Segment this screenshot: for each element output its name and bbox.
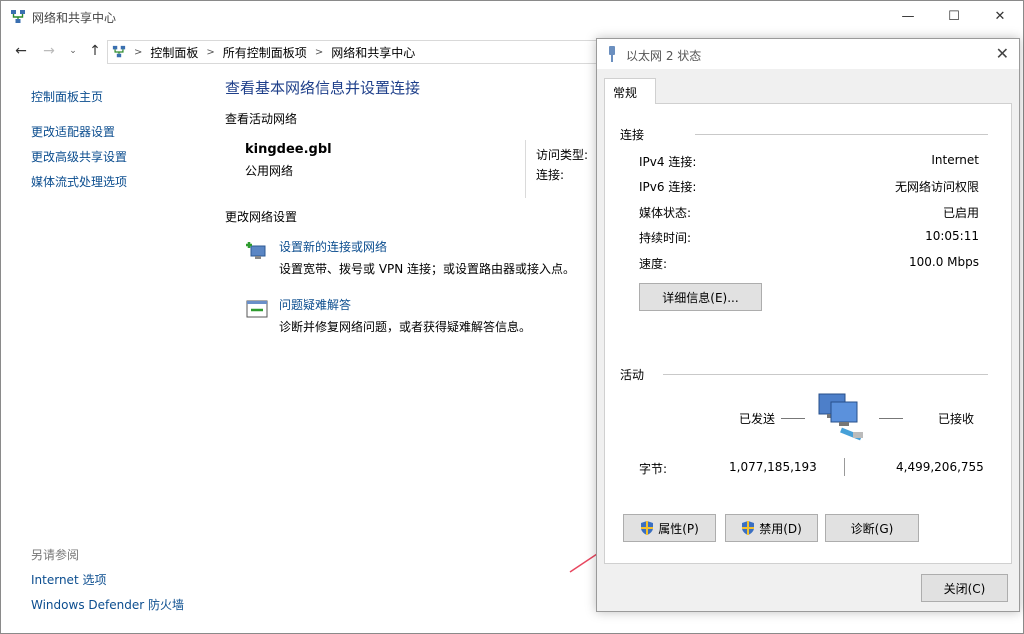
forward-icon[interactable]: →	[39, 41, 59, 61]
group-divider	[663, 374, 988, 375]
tab-general[interactable]: 常规	[604, 78, 656, 104]
troubleshoot-icon	[246, 300, 268, 318]
close-dialog-button[interactable]: 关闭(C)	[921, 574, 1008, 602]
new-connection-description: 设置宽带、拨号或 VPN 连接；或设置路由器或接入点。	[279, 262, 576, 276]
sidebar-item-advanced-sharing[interactable]: 更改高级共享设置	[31, 149, 211, 174]
group-divider	[695, 134, 988, 135]
window-title: 网络和共享中心	[32, 11, 117, 25]
sidebar-item-adapter-settings[interactable]: 更改适配器设置	[31, 124, 211, 149]
close-button[interactable]: ✕	[977, 1, 1023, 32]
sent-label: 已发送	[739, 412, 776, 426]
bytes-sent: 1,077,185,193	[729, 460, 817, 474]
back-icon[interactable]: ←	[11, 41, 31, 61]
bytes-divider	[844, 458, 845, 476]
breadcrumb: > 控制面板 > 所有控制面板项 > 网络和共享中心	[107, 40, 617, 64]
active-network: kingdee.gbl 公用网络 访问类型: 连接:	[225, 140, 605, 200]
task-new-connection: 设置新的连接或网络 设置宽带、拨号或 VPN 连接；或设置路由器或接入点。	[245, 236, 605, 294]
chevron-right-icon[interactable]: >	[134, 47, 142, 58]
change-settings-label: 更改网络设置	[225, 210, 298, 224]
sidebar-item-media-streaming[interactable]: 媒体流式处理选项	[31, 174, 211, 199]
network-icon	[11, 10, 25, 23]
shield-icon	[641, 521, 654, 535]
properties-button[interactable]: 属性(P)	[623, 514, 716, 542]
close-icon[interactable]: ✕	[996, 44, 1009, 63]
disable-button[interactable]: 禁用(D)	[725, 514, 818, 542]
troubleshoot-link[interactable]: 问题疑难解答	[279, 296, 351, 313]
firewall-link[interactable]: Windows Defender 防火墙	[31, 597, 231, 622]
task-troubleshoot: 问题疑难解答 诊断并修复网络问题，或者获得疑难解答信息。	[245, 294, 605, 352]
new-connection-link[interactable]: 设置新的连接或网络	[279, 238, 387, 255]
ipv4-row: IPv4 连接: Internet	[639, 153, 979, 169]
network-type[interactable]: 公用网络	[245, 162, 293, 179]
bytes-label: 字节:	[639, 462, 668, 476]
control-panel-icon	[112, 45, 126, 58]
activity-computers-icon	[818, 393, 863, 441]
see-also-header: 另请参阅	[31, 548, 80, 562]
see-also: 另请参阅 Internet 选项 Windows Defender 防火墙	[31, 547, 231, 622]
access-type-label: 访问类型:	[536, 148, 589, 162]
details-button[interactable]: 详细信息(E)...	[639, 283, 762, 311]
chevron-right-icon[interactable]: >	[315, 47, 323, 58]
sidebar: 控制面板主页 更改适配器设置 更改高级共享设置 媒体流式处理选项	[31, 89, 211, 199]
up-icon[interactable]: ↑	[85, 41, 105, 61]
ipv6-row: IPv6 连接: 无网络访问权限	[639, 180, 979, 194]
minimize-button[interactable]: —	[885, 1, 931, 32]
speed-row: 速度: 100.0 Mbps	[639, 255, 979, 271]
troubleshoot-description: 诊断并修复网络问题，或者获得疑难解答信息。	[279, 320, 532, 334]
general-panel: 连接 IPv4 连接: Internet IPv6 连接: 无网络访问权限 媒体状态…	[604, 103, 1012, 564]
breadcrumb-item[interactable]: 控制面板	[150, 44, 198, 61]
sidebar-item-home[interactable]: 控制面板主页	[31, 89, 211, 114]
network-name: kingdee.gbl	[245, 142, 332, 157]
received-label: 已接收	[938, 412, 975, 426]
main-content: 查看基本网络信息并设置连接 查看活动网络 kingdee.gbl 公用网络 访问…	[225, 77, 605, 352]
media-state-row: 媒体状态: 已启用	[639, 206, 979, 220]
maximize-button[interactable]: ☐	[931, 1, 977, 32]
dialog-title-bar: 以太网 2 状态 ✕	[597, 39, 1019, 69]
active-networks-label: 查看活动网络	[225, 112, 298, 126]
recent-dropdown-icon[interactable]: ⌄	[63, 41, 83, 61]
ethernet-status-dialog: 以太网 2 状态 ✕ 常规 连接 IPv4 连接: Internet IPv6 连…	[596, 38, 1020, 612]
divider	[525, 140, 526, 198]
chevron-right-icon[interactable]: >	[206, 47, 214, 58]
dialog-title: 以太网 2 状态	[626, 49, 702, 63]
received-dash	[879, 418, 903, 419]
sent-dash	[781, 418, 805, 419]
shield-icon	[742, 521, 755, 535]
activity-group-label: 活动	[620, 368, 645, 382]
ethernet-plug-icon	[609, 46, 615, 62]
page-title: 查看基本网络信息并设置连接	[225, 79, 421, 97]
title-bar: 网络和共享中心 — ☐ ✕	[1, 1, 1023, 33]
diagnose-button[interactable]: 诊断(G)	[825, 514, 919, 542]
connections-label: 连接:	[536, 168, 565, 182]
new-connection-icon	[246, 242, 266, 259]
breadcrumb-item[interactable]: 网络和共享中心	[331, 44, 415, 61]
internet-options-link[interactable]: Internet 选项	[31, 572, 231, 597]
duration-row: 持续时间: 10:05:11	[639, 229, 979, 245]
bytes-received: 4,499,206,755	[896, 460, 984, 474]
connection-group-label: 连接	[620, 128, 645, 142]
breadcrumb-item[interactable]: 所有控制面板项	[223, 44, 307, 61]
